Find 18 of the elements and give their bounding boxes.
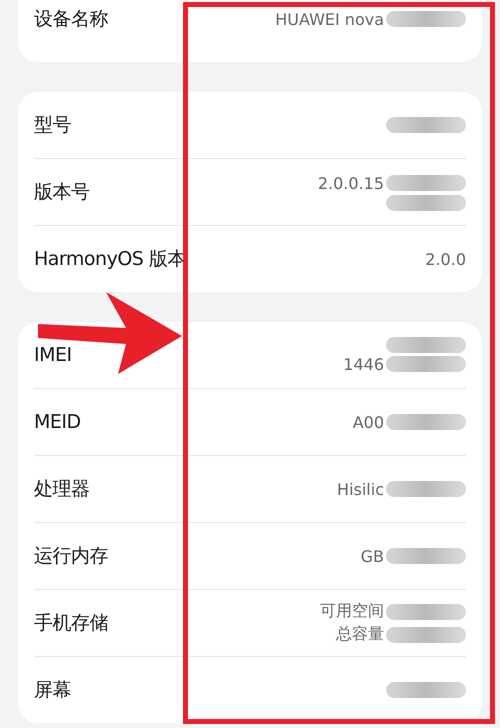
setting-value: 2.0.0.15 <box>318 174 384 192</box>
setting-label: 型号 <box>34 113 71 138</box>
setting-label: 手机存储 <box>34 611 108 636</box>
setting-label: 运行内存 <box>34 544 108 569</box>
setting-value: 总容量 <box>336 624 384 645</box>
setting-label: MEID <box>34 411 81 433</box>
setting-label: 处理器 <box>34 477 90 502</box>
setting-label: 设备名称 <box>34 7 108 32</box>
setting-label: 屏幕 <box>34 678 71 703</box>
setting-value: Hisilic <box>337 480 384 498</box>
setting-value: 1446 <box>343 354 384 374</box>
setting-label: IMEI <box>34 344 72 366</box>
setting-value: A00 <box>352 412 384 432</box>
setting-value: 可用空间 <box>320 601 384 622</box>
setting-value: GB <box>360 546 384 566</box>
setting-value: 2.0.0 <box>425 250 466 268</box>
setting-value: HUAWEI nova <box>275 10 384 28</box>
setting-label: 版本号 <box>34 180 90 205</box>
